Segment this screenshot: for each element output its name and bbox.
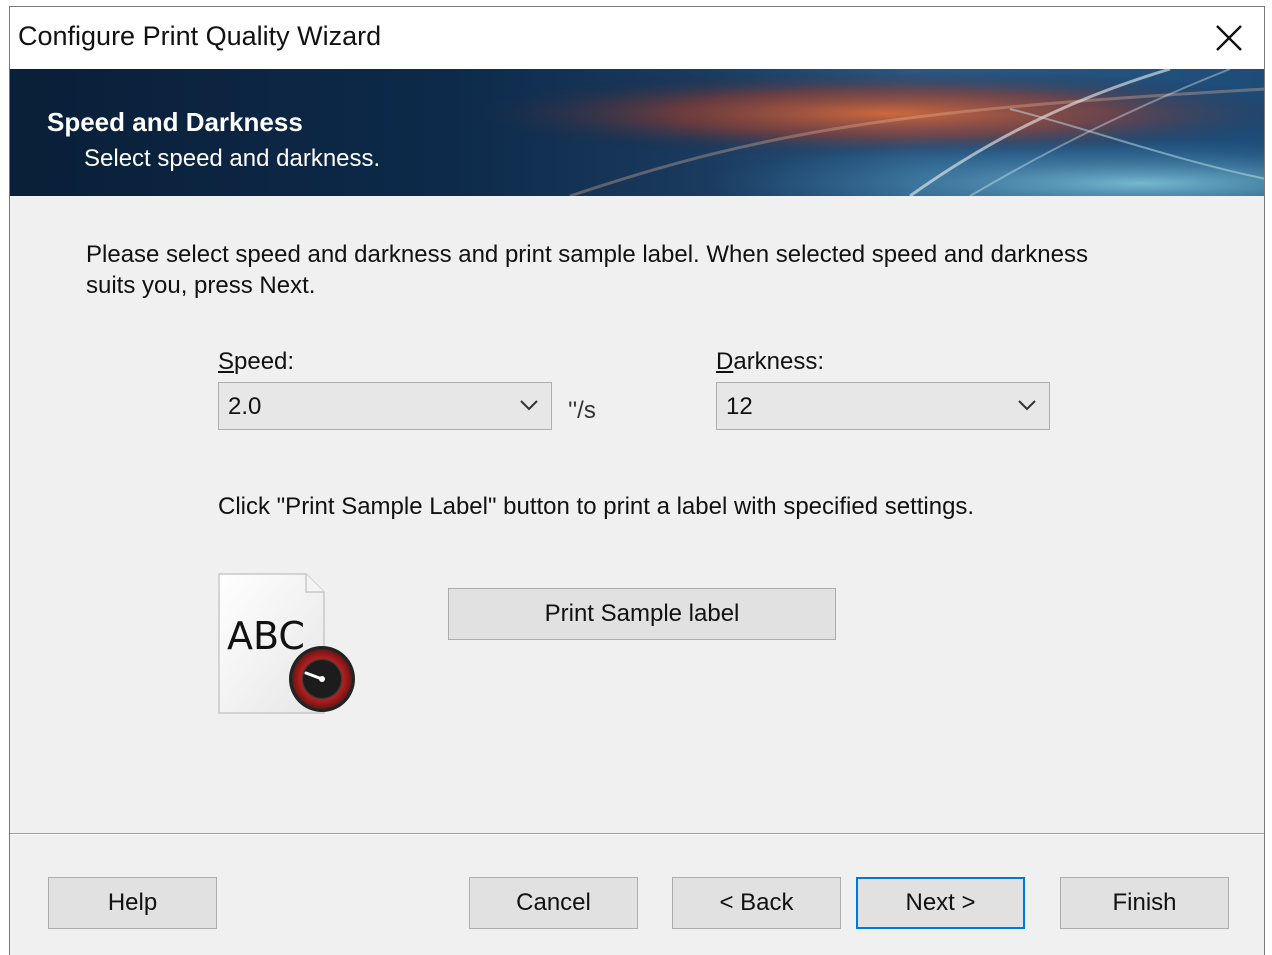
window-title: Configure Print Quality Wizard (18, 21, 382, 51)
speed-dropdown[interactable]: 2.0 (218, 382, 552, 430)
cancel-button[interactable]: Cancel (469, 877, 638, 929)
speed-label-accelerator: S (218, 348, 235, 375)
back-button[interactable]: < Back (672, 877, 841, 929)
darkness-label-text: arkness: (733, 348, 825, 375)
instruction-text: Please select speed and darkness and pri… (86, 241, 1088, 299)
wizard-header-banner: Speed and Darkness Select speed and dark… (10, 69, 1264, 196)
darkness-value: 12 (726, 393, 753, 420)
print-sample-label-button[interactable]: Print Sample label (448, 588, 836, 640)
sample-label-icon-text: ABC (227, 614, 305, 658)
close-icon (1216, 25, 1242, 51)
chevron-down-icon (1018, 400, 1036, 411)
finish-button[interactable]: Finish (1060, 877, 1229, 929)
speed-unit: ''/s (568, 397, 596, 424)
title-bar: Configure Print Quality Wizard (10, 7, 1264, 69)
speed-label: Speed: (218, 348, 294, 376)
chevron-down-icon (520, 400, 538, 411)
banner-title: Speed and Darkness (47, 107, 303, 137)
gauge-icon (289, 646, 355, 712)
speed-label-text: peed: (234, 348, 295, 375)
footer-separator (10, 833, 1264, 835)
darkness-label-accelerator: D (716, 348, 734, 375)
speed-value: 2.0 (228, 393, 262, 420)
wizard-window: Configure Print Quality Wizard Speed and… (9, 6, 1265, 955)
darkness-dropdown[interactable]: 12 (716, 382, 1050, 430)
sample-label-icon: ABC (218, 573, 360, 720)
print-sample-hint: Click "Print Sample Label" button to pri… (218, 493, 975, 520)
darkness-label: Darkness: (716, 348, 824, 376)
next-button[interactable]: Next > (856, 877, 1025, 929)
help-button[interactable]: Help (48, 877, 217, 929)
banner-subtitle: Select speed and darkness. (84, 145, 381, 172)
close-button[interactable] (1194, 7, 1264, 69)
